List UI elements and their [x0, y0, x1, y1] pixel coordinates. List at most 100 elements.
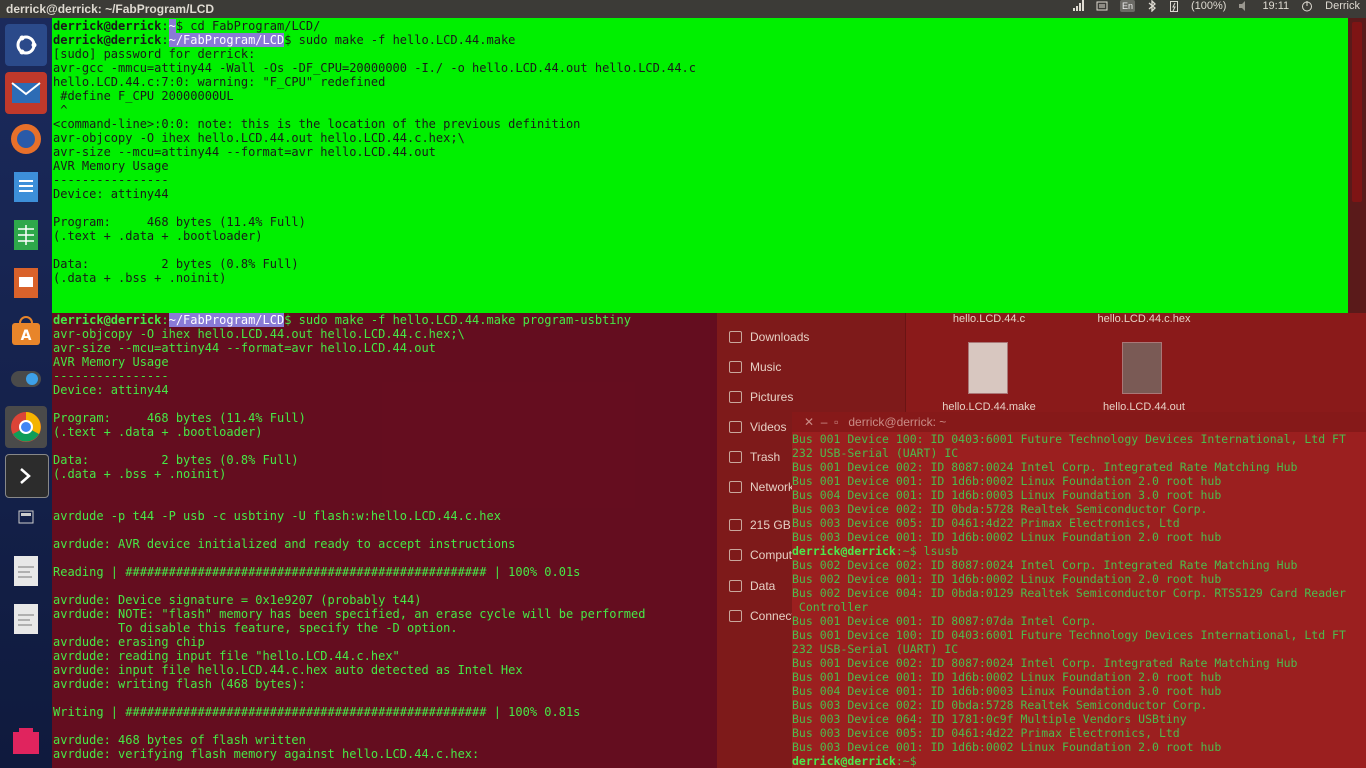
terminal-line: derrick@derrick:~/FabProgram/LCD$ sudo m…	[53, 33, 515, 47]
prompt-path: ~	[168, 19, 176, 33]
output-text: ^	[53, 103, 68, 117]
output-text: avrdude -p t44 -P usb -c usbtiny -U flas…	[53, 509, 501, 523]
terminal-line: AVR Memory Usage	[53, 355, 169, 369]
firefox-icon[interactable]	[5, 118, 47, 160]
terminal-line: avrdude: input file hello.LCD.44.c.hex a…	[53, 663, 523, 677]
output-text: (.data + .bss + .noinit)	[53, 467, 227, 481]
output-text: #define F_CPU 20000000UL	[53, 89, 234, 103]
terminal-line: Device: attiny44	[53, 383, 169, 397]
terminal-line: avrdude: reading input file "hello.LCD.4…	[53, 649, 400, 663]
terminal-line: avr-size --mcu=attiny44 --format=avr hel…	[53, 145, 436, 159]
indicator-area: En (100%) 19:11 Derrick	[1072, 0, 1360, 13]
output-text: avr-objcopy -O ihex hello.LCD.44.out hel…	[53, 327, 465, 341]
prompt-user: derrick@derrick	[53, 19, 162, 33]
output-text: [sudo] password for derrick:	[53, 47, 256, 61]
mail-icon[interactable]	[5, 72, 47, 114]
user-name[interactable]: Derrick	[1325, 0, 1360, 12]
terminal-line: Data: 2 bytes (0.8% Full)	[53, 453, 299, 467]
output-text: Data: 2 bytes (0.8% Full)	[53, 257, 299, 271]
chrome-icon[interactable]	[5, 406, 47, 448]
terminal-line: avrdude: writing flash (468 bytes):	[53, 677, 306, 691]
terminal-line: Device: attiny44	[53, 187, 169, 201]
network-icon[interactable]	[1096, 0, 1108, 12]
terminal-line: avrdude: AVR device initialized and read…	[53, 537, 515, 551]
output-text: avr-size --mcu=attiny44 --format=avr hel…	[53, 145, 436, 159]
workspace-switcher-icon[interactable]	[5, 502, 47, 532]
wifi-icon[interactable]	[1072, 0, 1084, 12]
writer-icon[interactable]	[5, 166, 47, 208]
output-text: Program: 468 bytes (11.4% Full)	[53, 215, 306, 229]
launcher: A	[0, 18, 52, 768]
command-text: $ cd FabProgram/LCD/	[175, 19, 321, 33]
terminal-line: Program: 468 bytes (11.4% Full)	[53, 411, 306, 425]
clock[interactable]: 19:11	[1262, 0, 1289, 12]
terminal-line: (.data + .bss + .noinit)	[53, 467, 226, 481]
power-icon[interactable]	[1301, 0, 1313, 12]
top-panel: derrick@derrick: ~/FabProgram/LCD En (10…	[0, 0, 1366, 18]
terminal-scrollbar[interactable]	[1348, 18, 1366, 313]
terminal-line: ----------------	[53, 369, 169, 383]
scrollbar-thumb[interactable]	[1352, 22, 1362, 202]
command-text: $ sudo make -f hello.LCD.44.make program…	[284, 313, 631, 327]
output-text: (.text + .data + .bootloader)	[53, 425, 263, 439]
prompt-user: derrick@derrick	[53, 33, 162, 47]
command-text: $ sudo make -f hello.LCD.44.make	[284, 33, 516, 47]
output-text: ----------------	[53, 369, 169, 383]
main-terminal-window[interactable]: derrick@derrick:~$ cd FabProgram/LCD/der…	[52, 18, 1348, 768]
ubuntu-dash-icon[interactable]	[5, 24, 47, 66]
output-text: avrdude: erasing chip	[53, 635, 205, 649]
window-title: derrick@derrick: ~/FabProgram/LCD	[6, 2, 215, 16]
output-text: Reading | ##############################…	[53, 565, 581, 579]
output-text: avrdude: NOTE: "flash" memory has been s…	[53, 607, 646, 621]
output-text: <command-line>:0:0: note: this is the lo…	[53, 117, 581, 131]
output-text: To disable this feature, specify the -D …	[53, 621, 458, 635]
terminal-line: [sudo] password for derrick:	[53, 47, 255, 61]
terminal-line: avr-objcopy -O ihex hello.LCD.44.out hel…	[53, 131, 465, 145]
output-text: avrdude: input file hello.LCD.44.c.hex a…	[53, 663, 523, 677]
terminal-line: Reading | ##############################…	[53, 565, 580, 579]
software-center-icon[interactable]: A	[5, 310, 47, 352]
terminal-line: (.text + .data + .bootloader)	[53, 229, 263, 243]
output-text: avr-objcopy -O ihex hello.LCD.44.out hel…	[53, 131, 465, 145]
terminal-line: <command-line>:0:0: note: this is the lo…	[53, 117, 580, 131]
output-text: avrdude: reading input file "hello.LCD.4…	[53, 649, 400, 663]
output-text: ----------------	[53, 173, 169, 187]
trash-icon[interactable]	[5, 720, 47, 762]
volume-icon[interactable]	[1238, 0, 1250, 12]
terminal-line: #define F_CPU 20000000UL	[53, 89, 234, 103]
prompt-user: derrick@derrick	[53, 313, 162, 327]
svg-text:A: A	[21, 328, 32, 344]
impress-icon[interactable]	[5, 262, 47, 304]
calc-icon[interactable]	[5, 214, 47, 256]
terminal-line: avrdude: 468 bytes of flash written	[53, 733, 306, 747]
terminal-output: derrick@derrick:~/FabProgram/LCD$ sudo m…	[52, 313, 717, 768]
terminal-line: derrick@derrick:~$ cd FabProgram/LCD/	[53, 19, 320, 33]
battery-percentage: (100%)	[1190, 0, 1227, 12]
prompt-colon: :	[161, 313, 169, 327]
output-text: avrdude: 468 bytes of flash written	[53, 733, 306, 747]
output-text: (.text + .data + .bootloader)	[53, 229, 263, 243]
output-text: avr-gcc -mmcu=attiny44 -Wall -Os -DF_CPU…	[53, 61, 696, 75]
settings-toggle-icon[interactable]	[5, 358, 47, 400]
file-icon-2[interactable]	[5, 598, 47, 640]
battery-icon[interactable]	[1169, 0, 1179, 12]
terminal-icon[interactable]	[5, 454, 49, 498]
terminal-line: Data: 2 bytes (0.8% Full)	[53, 257, 299, 271]
terminal-line: Writing | ##############################…	[53, 705, 580, 719]
output-text: AVR Memory Usage	[53, 159, 169, 173]
output-text: Device: attiny44	[53, 187, 169, 201]
keyboard-language-indicator[interactable]: En	[1119, 0, 1135, 12]
terminal-line: avrdude: Device signature = 0x1e9207 (pr…	[53, 593, 421, 607]
bluetooth-icon[interactable]	[1147, 0, 1157, 13]
prompt-colon: :	[161, 33, 169, 47]
file-icon[interactable]	[5, 550, 47, 592]
terminal-selected-output: derrick@derrick:~$ cd FabProgram/LCD/der…	[52, 18, 1348, 313]
output-text: avrdude: AVR device initialized and read…	[53, 537, 516, 551]
terminal-line: ----------------	[53, 173, 169, 187]
output-text: Data: 2 bytes (0.8% Full)	[53, 453, 299, 467]
output-text: avrdude: verifying flash memory against …	[53, 747, 480, 761]
terminal-line: ^	[53, 103, 67, 117]
output-text: Device: attiny44	[53, 383, 169, 397]
terminal-line: AVR Memory Usage	[53, 159, 169, 173]
terminal-line: avrdude: NOTE: "flash" memory has been s…	[53, 607, 645, 621]
